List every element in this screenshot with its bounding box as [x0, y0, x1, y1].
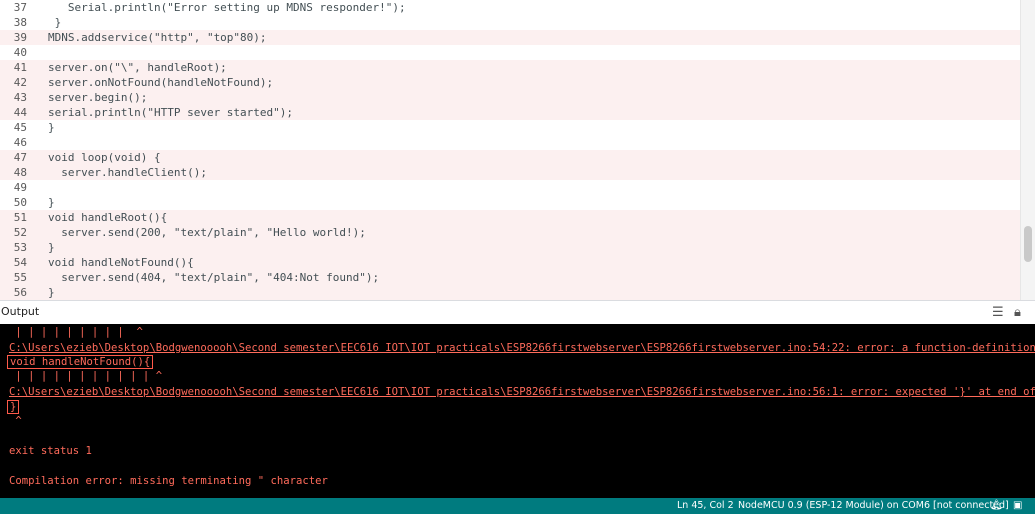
code-text[interactable]: server.onNotFound(handleNotFound); — [48, 75, 273, 90]
clear-output-icon[interactable]: ☰ — [992, 305, 1004, 320]
console-line: | | | | | | | | | | | ^ — [9, 369, 162, 383]
line-number: 55 — [13, 271, 27, 284]
status-bar: Ln 45, Col 2 NodeMCU 0.9 (ESP-12 Module)… — [0, 498, 1035, 514]
code-text[interactable]: void loop(void) { — [48, 150, 161, 165]
code-line[interactable]: 44 serial.println("HTTP sever started"); — [0, 105, 1021, 120]
code-line[interactable]: 40 — [0, 45, 1021, 60]
line-number: 52 — [13, 226, 27, 239]
code-text[interactable]: server.on("\", handleRoot); — [48, 60, 227, 75]
code-line[interactable]: 42 server.onNotFound(handleNotFound); — [0, 75, 1021, 90]
line-number: 51 — [13, 211, 27, 224]
line-number: 46 — [13, 136, 27, 149]
console-text: C:\Users\ezieb\Desktop\Bodgwenooooh\Seco… — [9, 386, 1035, 398]
code-line[interactable]: 51 void handleRoot(){ — [0, 210, 1021, 225]
code-line[interactable]: 56} — [0, 285, 1021, 300]
console-line: Compilation error: missing terminating "… — [9, 474, 328, 488]
code-text[interactable]: server.send(404, "text/plain", "404:Not … — [48, 270, 379, 285]
code-line[interactable]: 48 server.handleClient(); — [0, 165, 1021, 180]
code-line[interactable]: 47 void loop(void) { — [0, 150, 1021, 165]
line-number: 44 — [13, 106, 27, 119]
output-panel-header: Output ☰ 🔒︎ — [0, 300, 1035, 324]
code-line[interactable]: 46 — [0, 135, 1021, 150]
code-line[interactable]: 49 — [0, 180, 1021, 195]
console-line: C:\Users\ezieb\Desktop\Bodgwenooooh\Seco… — [9, 385, 1035, 399]
lock-scroll-icon[interactable]: 🔒︎ — [1014, 305, 1021, 320]
console-line: void handleNotFound(){ — [7, 355, 154, 369]
code-line[interactable]: 53} — [0, 240, 1021, 255]
notification-bell-icon[interactable]: 🔔︎ — [990, 498, 1003, 514]
code-line[interactable]: 39 MDNS.addservice("http", "top"80); — [0, 30, 1021, 45]
line-number: 49 — [13, 181, 27, 194]
line-number: 50 — [13, 196, 27, 209]
output-panel-toggle-icon[interactable]: ▣ — [1013, 498, 1022, 514]
line-number: 39 — [13, 31, 27, 44]
code-text[interactable]: serial.println("HTTP sever started"); — [48, 105, 293, 120]
console-text: ^ — [9, 415, 22, 427]
code-text[interactable]: server.handleClient(); — [48, 165, 207, 180]
console-text: C:\Users\ezieb\Desktop\Bodgwenooooh\Seco… — [9, 342, 1035, 354]
code-text[interactable]: Serial.println("Error setting up MDNS re… — [48, 0, 406, 15]
code-text[interactable]: MDNS.addservice("http", "top"80); — [48, 30, 267, 45]
console-line: } — [7, 400, 20, 414]
line-number: 41 — [13, 61, 27, 74]
code-line[interactable]: 38 } — [0, 15, 1021, 30]
code-text[interactable]: void handleRoot(){ — [48, 210, 167, 225]
console-text: exit status 1 — [9, 445, 92, 457]
board-selector[interactable]: NodeMCU 0.9 (ESP-12 Module) on COM6 [not… — [738, 498, 1009, 514]
output-title: Output — [1, 305, 40, 318]
code-line[interactable]: 52 server.send(200, "text/plain", "Hello… — [0, 225, 1021, 240]
line-number: 48 — [13, 166, 27, 179]
console-line: exit status 1 — [9, 444, 92, 458]
line-number: 45 — [13, 121, 27, 134]
console-line: C:\Users\ezieb\Desktop\Bodgwenooooh\Seco… — [9, 341, 1035, 355]
line-number: 40 — [13, 46, 27, 59]
code-line[interactable]: 55 server.send(404, "text/plain", "404:N… — [0, 270, 1021, 285]
line-number: 53 — [13, 241, 27, 254]
code-text[interactable]: } — [48, 15, 62, 30]
line-number: 56 — [13, 286, 27, 299]
code-line[interactable]: 54 void handleNotFound(){ — [0, 255, 1021, 270]
line-number: 37 — [13, 1, 27, 14]
code-text[interactable]: } — [48, 240, 55, 255]
cursor-position[interactable]: Ln 45, Col 2 — [677, 498, 734, 514]
code-text[interactable]: } — [48, 285, 55, 300]
editor-scrollbar[interactable] — [1020, 0, 1035, 300]
code-line[interactable]: 50} — [0, 195, 1021, 210]
code-text[interactable]: } — [48, 120, 55, 135]
code-text[interactable]: server.send(200, "text/plain", "Hello wo… — [48, 225, 366, 240]
console-text: void handleNotFound(){ — [7, 355, 154, 369]
output-console[interactable]: | | | | | | | | | ^ C:\Users\ezieb\Deskto… — [0, 324, 1035, 498]
code-text[interactable]: } — [48, 195, 55, 210]
line-number: 38 — [13, 16, 27, 29]
code-text[interactable]: void handleNotFound(){ — [48, 255, 194, 270]
console-line: ^ — [9, 414, 22, 428]
console-text: } — [7, 400, 20, 414]
code-line[interactable]: 43 server.begin(); — [0, 90, 1021, 105]
console-line: | | | | | | | | | ^ — [9, 325, 143, 339]
console-text: | | | | | | | | | | | ^ — [9, 370, 163, 382]
code-line[interactable]: 45} — [0, 120, 1021, 135]
line-number: 54 — [13, 256, 27, 269]
code-text[interactable]: server.begin(); — [48, 90, 147, 105]
line-number: 42 — [13, 76, 27, 89]
console-text: | | | | | | | | | ^ — [9, 326, 143, 338]
code-line[interactable]: 37 Serial.println("Error setting up MDNS… — [0, 0, 1021, 15]
code-line[interactable]: 41 server.on("\", handleRoot); — [0, 60, 1021, 75]
line-number: 43 — [13, 91, 27, 104]
console-text: Compilation error: missing terminating "… — [9, 475, 328, 487]
editor-scrollbar-thumb[interactable] — [1024, 226, 1032, 262]
line-number: 47 — [13, 151, 27, 164]
code-editor[interactable]: 37 Serial.println("Error setting up MDNS… — [0, 0, 1035, 300]
